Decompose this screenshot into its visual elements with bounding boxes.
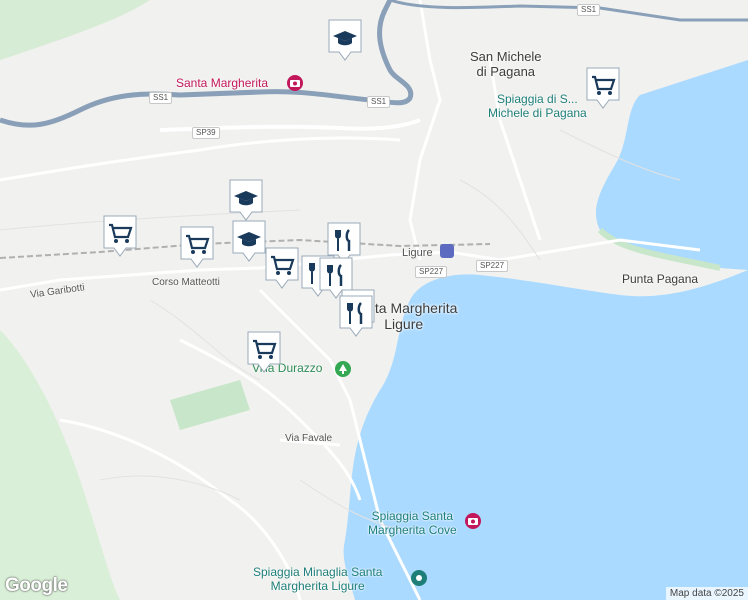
shopping-cart-icon: [247, 331, 281, 373]
camera-pin-icon[interactable]: [287, 75, 303, 91]
google-logo: Google: [5, 575, 68, 596]
poi-label-beach-san-michele: Spiaggia di S... Michele di Pagana: [488, 92, 587, 120]
map-attribution: Map data ©2025: [665, 587, 748, 600]
graduation-cap-icon: [229, 179, 263, 221]
school-marker[interactable]: [231, 219, 267, 263]
poi-label-beach-minaglia: Spiaggia Minaglia Santa Margherita Ligur…: [253, 565, 383, 593]
road-shield-ss1: SS1: [149, 92, 173, 104]
school-marker[interactable]: [228, 178, 264, 222]
road-shield-sp39: SP39: [192, 127, 220, 139]
shop-marker[interactable]: [246, 330, 282, 374]
map-canvas[interactable]: SS1 SS1 SS1 SP39 SP227 SP227 San Michele…: [0, 0, 748, 600]
school-marker[interactable]: [327, 18, 363, 62]
beach-pin-icon[interactable]: [411, 570, 427, 586]
restaurant-marker[interactable]: [338, 294, 374, 338]
shopping-cart-icon: [180, 226, 214, 268]
road-shield-ss1: SS1: [367, 96, 391, 108]
poi-label-beach-cove: Spiaggia Santa Margherita Cove: [368, 509, 457, 537]
shop-marker[interactable]: [179, 225, 215, 269]
shop-marker[interactable]: [585, 66, 621, 110]
road-shield-sp227: SP227: [415, 266, 448, 278]
shop-marker[interactable]: [102, 214, 138, 258]
street-label-corso-matteotti: Corso Matteotti: [152, 277, 220, 288]
park-pin-icon[interactable]: [335, 361, 351, 377]
place-label-punta-pagana: Punta Pagana: [622, 272, 699, 286]
town-label-san-michele: San Michele di Pagana: [470, 49, 542, 79]
shopping-cart-icon: [265, 247, 299, 289]
camera-pin-icon[interactable]: [465, 513, 481, 529]
road-shield-sp227: SP227: [476, 260, 509, 272]
graduation-cap-icon: [232, 220, 266, 262]
road-shield-ss1: SS1: [577, 4, 601, 16]
fork-knife-icon: [339, 295, 373, 337]
poi-label-santa-margherita: Santa Margherita: [176, 76, 269, 90]
station-label: Ligure: [402, 247, 433, 259]
street-label-via-favale: Via Favale: [285, 433, 333, 444]
shopping-cart-icon: [586, 67, 620, 109]
graduation-cap-icon: [328, 19, 362, 61]
shopping-cart-icon: [103, 215, 137, 257]
shop-marker[interactable]: [264, 246, 300, 290]
train-station-icon[interactable]: [440, 244, 454, 258]
